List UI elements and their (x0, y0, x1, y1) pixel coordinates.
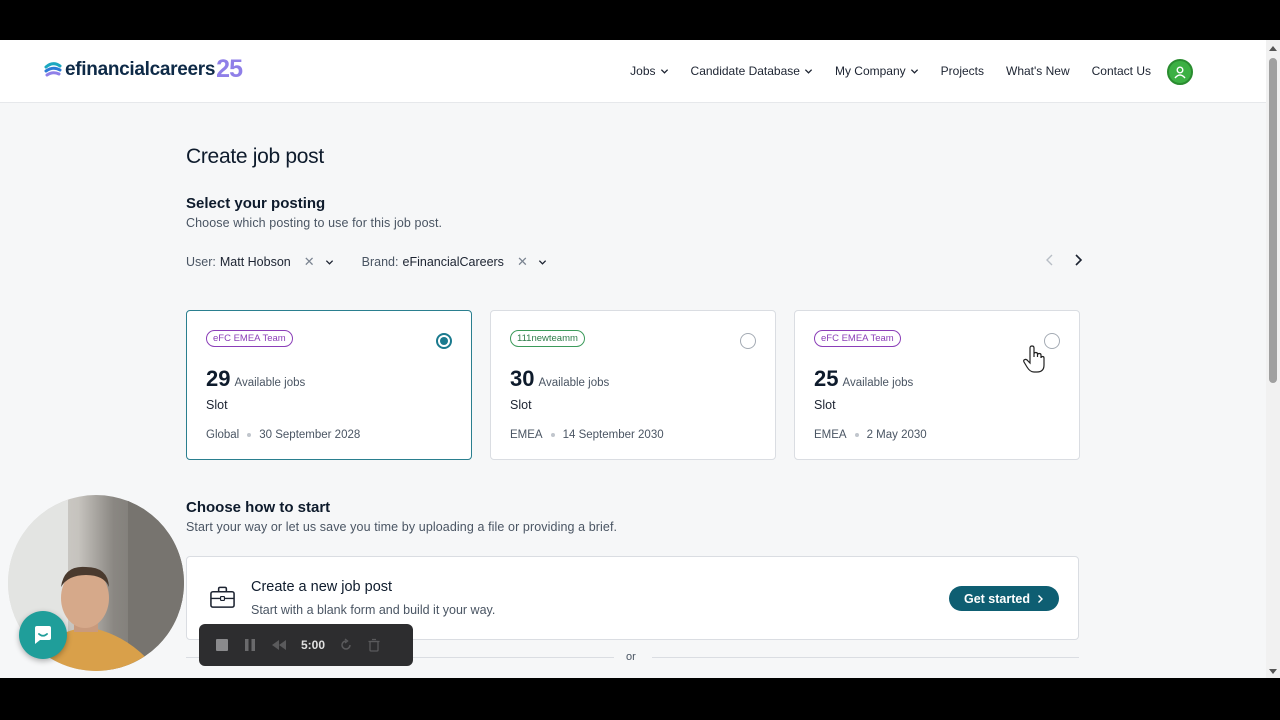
logo-number: 25 (216, 55, 243, 83)
brand-filter-label: Brand: (361, 255, 399, 269)
posting-type: Slot (510, 398, 532, 412)
get-started-label: Get started (964, 591, 1030, 606)
chevron-down-icon[interactable] (325, 258, 334, 267)
posting-region: EMEA (510, 429, 543, 441)
chevron-right-icon[interactable] (1072, 253, 1084, 267)
nav-contact-us-label: Contact Us (1091, 64, 1151, 78)
user-filter-value: Matt Hobson (219, 255, 291, 269)
rewind-icon[interactable] (271, 638, 287, 652)
chevron-right-icon (1038, 594, 1043, 603)
brand-filter-value: eFinancialCareers (402, 255, 504, 269)
start-section-title: Choose how to start (186, 499, 331, 516)
available-jobs-count: 29 (206, 366, 231, 391)
posting-card[interactable]: 111newteamm 30 Available jobs Slot EMEA … (490, 310, 776, 460)
chat-bot-icon (35, 626, 51, 644)
posting-card[interactable]: eFC EMEA Team 25 Available jobs Slot EME… (794, 310, 1080, 460)
nav-whats-new-label: What's New (1006, 64, 1070, 78)
nav-jobs[interactable]: Jobs (630, 64, 668, 78)
separator-dot (247, 433, 252, 437)
pause-icon[interactable] (243, 638, 257, 652)
posting-expiry-date: 30 September 2028 (259, 429, 361, 441)
delete-icon[interactable] (367, 638, 381, 652)
available-jobs: 25 Available jobs (814, 366, 913, 392)
logo-text: efinancialcareers (65, 58, 216, 80)
posting-type: Slot (814, 398, 836, 412)
option-subtitle: Start with a blank form and build it you… (251, 603, 496, 617)
posting-type: Slot (206, 398, 228, 412)
user-icon (1174, 66, 1186, 79)
posting-expiry-date: 14 September 2030 (562, 429, 664, 441)
cards-pager (1044, 253, 1084, 267)
get-started-button[interactable]: Get started (949, 586, 1059, 611)
posting-filters: User: Matt Hobson ✕ Brand: eFinancialCar… (186, 254, 547, 270)
or-divider-text: or (626, 651, 636, 663)
chevron-down-icon (804, 68, 813, 74)
clear-brand-filter-icon[interactable]: ✕ (517, 254, 528, 270)
nav-candidate-database[interactable]: Candidate Database (691, 64, 813, 78)
nav-candidate-database-label: Candidate Database (690, 64, 800, 78)
posting-section-subtitle: Choose which posting to use for this job… (186, 216, 443, 230)
nav-contact-us[interactable]: Contact Us (1092, 64, 1151, 78)
user-avatar[interactable] (1167, 59, 1193, 85)
available-jobs: 30 Available jobs (510, 366, 609, 392)
hand-pointer-cursor-icon (1023, 345, 1045, 373)
available-jobs-label: Available jobs (538, 377, 610, 389)
stop-icon[interactable] (215, 638, 229, 652)
page-scrollbar[interactable] (1266, 40, 1280, 678)
browser-viewport: efinancialcareers 25 Jobs Candidate Data… (0, 40, 1280, 678)
available-jobs-label: Available jobs (234, 377, 306, 389)
brand-logo[interactable]: efinancialcareers 25 (44, 55, 243, 84)
available-jobs-count: 25 (814, 366, 839, 391)
posting-region: Global (206, 429, 240, 441)
main-nav: Jobs Candidate Database My Company Proje… (630, 64, 1151, 78)
scroll-up-arrow-icon[interactable] (1269, 46, 1277, 51)
chat-widget-button[interactable] (19, 611, 67, 659)
nav-whats-new[interactable]: What's New (1006, 64, 1070, 78)
site-header: efinancialcareers 25 Jobs Candidate Data… (0, 40, 1266, 103)
chevron-down-icon[interactable] (538, 258, 547, 267)
posting-meta: Global 30 September 2028 (206, 429, 360, 441)
team-tag: 111newteamm (510, 330, 585, 347)
nav-projects-label: Projects (940, 64, 984, 78)
posting-radio[interactable] (436, 333, 452, 349)
brand-filter[interactable]: Brand: eFinancialCareers ✕ (362, 254, 547, 270)
available-jobs-label: Available jobs (842, 377, 914, 389)
team-tag: eFC EMEA Team (814, 330, 901, 347)
available-jobs-count: 30 (510, 366, 535, 391)
user-filter[interactable]: User: Matt Hobson ✕ (186, 254, 334, 270)
scroll-thumb[interactable] (1269, 58, 1277, 383)
posting-expiry-date: 2 May 2030 (866, 429, 927, 441)
clear-user-filter-icon[interactable]: ✕ (304, 254, 315, 270)
posting-card[interactable]: eFC EMEA Team 29 Available jobs Slot Glo… (186, 310, 472, 460)
nav-projects[interactable]: Projects (941, 64, 984, 78)
posting-radio[interactable] (740, 333, 756, 349)
scroll-down-arrow-icon[interactable] (1269, 669, 1277, 674)
chevron-down-icon (910, 68, 918, 74)
logo-mark-icon (44, 61, 62, 76)
separator-dot (854, 433, 859, 437)
nav-my-company[interactable]: My Company (835, 64, 919, 78)
posting-radio[interactable] (1044, 333, 1060, 349)
divider-right (652, 657, 1079, 658)
posting-region: EMEA (814, 429, 847, 441)
page-title: Create job post (186, 145, 324, 168)
posting-section-title: Select your posting (186, 195, 326, 212)
screen-recorder-toolbar: 5:00 (199, 624, 413, 666)
option-title: Create a new job post (251, 579, 393, 595)
separator-dot (550, 433, 555, 437)
posting-meta: EMEA 2 May 2030 (814, 429, 927, 441)
briefcase-icon (210, 586, 235, 608)
posting-cards: eFC EMEA Team 29 Available jobs Slot Glo… (186, 310, 1080, 460)
user-filter-label: User: (186, 255, 216, 269)
recording-timer: 5:00 (301, 638, 326, 652)
team-tag: eFC EMEA Team (206, 330, 293, 347)
nav-my-company-label: My Company (834, 64, 906, 78)
nav-jobs-label: Jobs (630, 64, 656, 78)
available-jobs: 29 Available jobs (206, 366, 305, 392)
chevron-left-icon[interactable] (1044, 253, 1056, 267)
restart-icon[interactable] (339, 638, 353, 652)
chevron-down-icon (660, 68, 668, 74)
posting-meta: EMEA 14 September 2030 (510, 429, 664, 441)
start-section-subtitle: Start your way or let us save you time b… (186, 520, 618, 534)
